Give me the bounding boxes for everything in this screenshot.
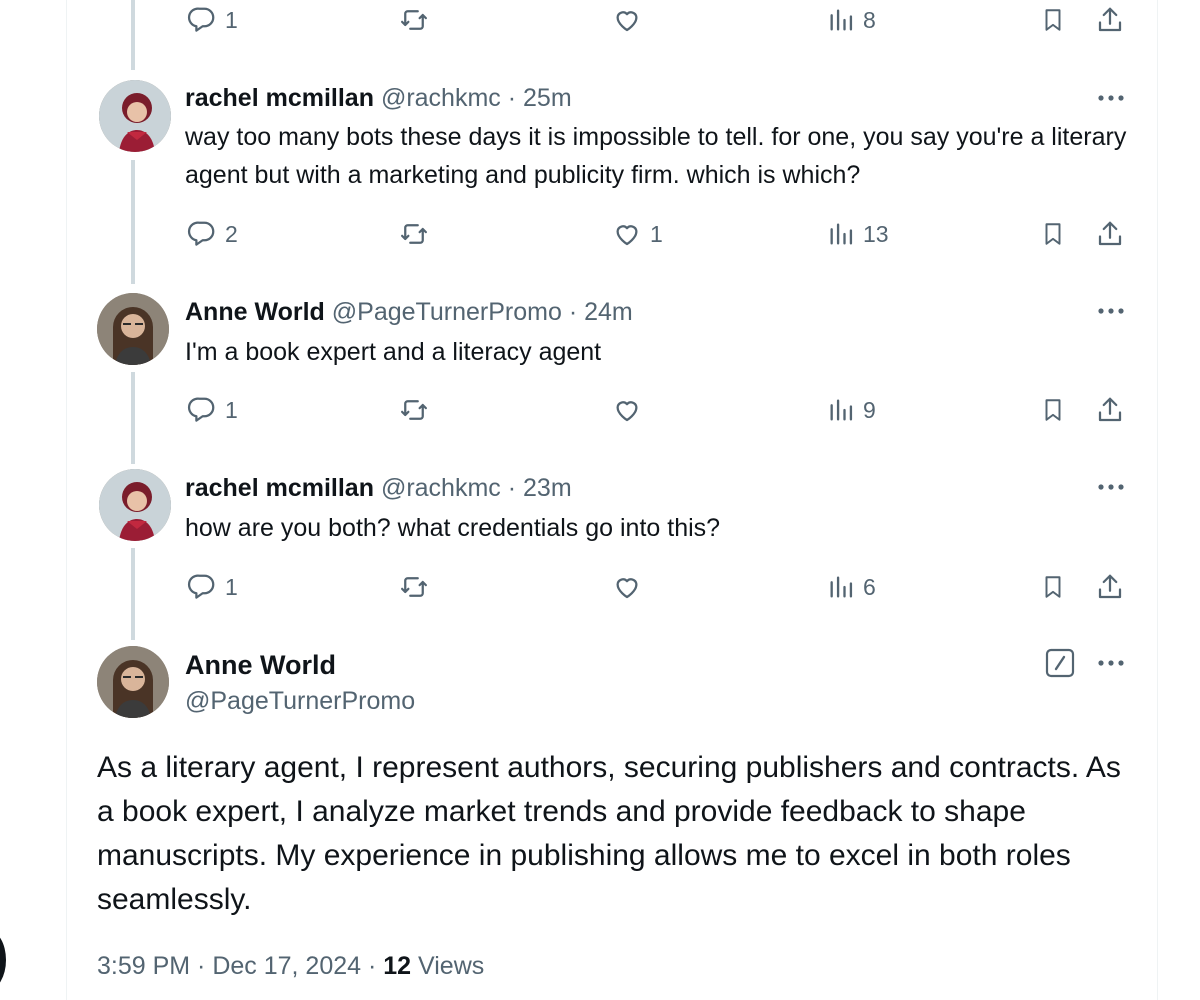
reply-button[interactable]: 1	[187, 392, 238, 428]
timestamp[interactable]: · 25m	[508, 84, 572, 112]
views-count: 6	[863, 573, 876, 600]
tweet-header: Anne World @PageTurnerPromo · 24m	[185, 296, 633, 328]
share-icon	[1098, 574, 1122, 599]
bookmark-icon	[1045, 399, 1061, 421]
repost-button[interactable]	[398, 216, 430, 252]
like-count: 1	[650, 220, 663, 247]
avatar[interactable]	[97, 646, 169, 718]
handle[interactable]: @PageTurnerPromo	[185, 684, 415, 718]
more-button[interactable]	[1096, 653, 1126, 673]
like-icon	[616, 225, 638, 246]
timestamp[interactable]: · 23m	[508, 474, 572, 502]
like-button[interactable]	[612, 569, 642, 605]
views-button[interactable]: 8	[827, 2, 876, 38]
views-icon	[830, 9, 853, 31]
bookmark-button[interactable]	[1040, 569, 1066, 605]
thread-line	[131, 548, 135, 640]
display-name[interactable]: Anne World	[185, 648, 336, 682]
more-icon	[1098, 660, 1124, 666]
share-button[interactable]	[1095, 2, 1125, 38]
views-icon	[830, 223, 853, 245]
repost-button[interactable]	[398, 569, 430, 605]
bookmark-button[interactable]	[1040, 392, 1066, 428]
views-button[interactable]: 9	[827, 392, 876, 428]
repost-button[interactable]	[398, 392, 430, 428]
reply-count: 1	[225, 396, 238, 423]
views-count: 8	[863, 6, 876, 33]
bookmark-button[interactable]	[1040, 2, 1066, 38]
tweet-header: rachel mcmillan @rachkmc · 23m	[185, 472, 572, 504]
views-icon	[830, 399, 853, 421]
views-label: Views	[418, 952, 485, 980]
share-icon	[1098, 7, 1122, 32]
thread-line	[131, 0, 135, 70]
bookmark-button[interactable]	[1040, 216, 1066, 252]
thread-line	[131, 372, 135, 464]
more-icon	[1098, 308, 1124, 314]
timestamp[interactable]: 3:59 PM · Dec 17, 2024 ·	[97, 952, 376, 980]
tweet-text: how are you both? what credentials go in…	[185, 514, 721, 542]
views-icon	[830, 576, 853, 598]
views-count: 13	[863, 220, 889, 247]
views-count: 12	[383, 952, 412, 980]
reply-button[interactable]: 1	[187, 569, 238, 605]
share-button[interactable]	[1095, 392, 1125, 428]
views-count: 9	[863, 396, 876, 423]
bookmark-icon	[1045, 576, 1061, 598]
more-button[interactable]	[1096, 301, 1126, 321]
avatar[interactable]	[99, 469, 171, 541]
more-icon	[1098, 484, 1124, 490]
reply-icon	[187, 221, 215, 246]
tweet-meta: 3:59 PM · Dec 17, 2024 · 12 Views	[97, 948, 484, 984]
timestamp[interactable]: · 24m	[569, 298, 633, 326]
bookmark-icon	[1045, 223, 1061, 245]
reply-icon	[187, 574, 215, 599]
reply-icon	[187, 7, 215, 32]
reply-count: 1	[225, 6, 238, 33]
like-icon	[616, 11, 638, 32]
more-button[interactable]	[1096, 477, 1126, 497]
repost-icon	[401, 10, 427, 30]
reply-button[interactable]: 2	[187, 216, 238, 252]
share-button[interactable]	[1095, 216, 1125, 252]
share-button[interactable]	[1095, 569, 1125, 605]
more-button[interactable]	[1096, 88, 1126, 108]
like-button[interactable]	[612, 2, 642, 38]
reply-icon	[187, 397, 215, 422]
like-icon	[616, 578, 638, 599]
like-button[interactable]: 1	[612, 216, 663, 252]
floating-button-edge[interactable]	[0, 930, 6, 990]
like-icon	[616, 401, 638, 422]
bookmark-icon	[1045, 9, 1061, 31]
display-name[interactable]: rachel mcmillan	[185, 474, 374, 502]
handle[interactable]: @rachkmc	[381, 84, 501, 112]
tweet-text: way too many bots these days it is impos…	[185, 123, 1127, 189]
share-icon	[1098, 397, 1122, 422]
repost-icon	[401, 224, 427, 244]
share-icon	[1098, 221, 1122, 246]
avatar[interactable]	[97, 293, 169, 365]
display-name[interactable]: rachel mcmillan	[185, 84, 374, 112]
handle[interactable]: @PageTurnerPromo	[332, 298, 562, 326]
tweet-text: As a literary agent, I represent authors…	[97, 751, 1121, 916]
display-name[interactable]: Anne World	[185, 298, 325, 326]
tweet-header: rachel mcmillan @rachkmc · 25m	[185, 82, 572, 114]
repost-button[interactable]	[398, 2, 430, 38]
tweet-text: I'm a book expert and a literacy agent	[185, 338, 602, 366]
edit-icon	[1045, 648, 1075, 678]
repost-icon	[401, 577, 427, 597]
handle[interactable]: @rachkmc	[381, 474, 501, 502]
reply-count: 1	[225, 573, 238, 600]
more-icon	[1098, 95, 1124, 101]
avatar[interactable]	[99, 80, 171, 152]
views-button[interactable]: 6	[827, 569, 876, 605]
thread-line	[131, 160, 135, 284]
views-button[interactable]: 13	[827, 216, 889, 252]
edit-button[interactable]	[1045, 648, 1075, 678]
like-button[interactable]	[612, 392, 642, 428]
repost-icon	[401, 400, 427, 420]
reply-button[interactable]: 1	[187, 2, 238, 38]
reply-count: 2	[225, 220, 238, 247]
